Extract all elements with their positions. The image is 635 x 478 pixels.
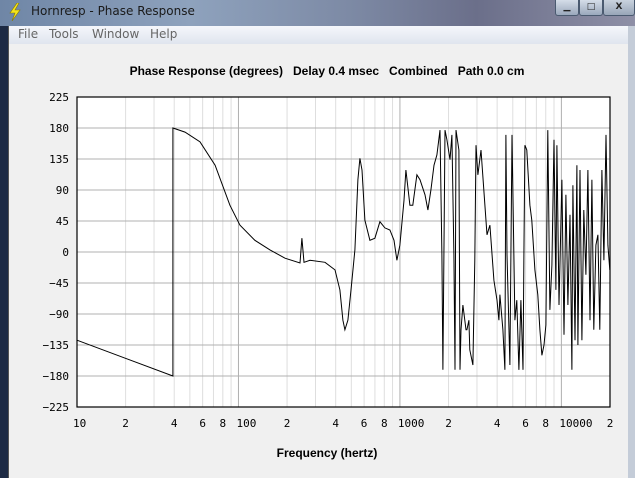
- x-tick-label: 6: [522, 417, 529, 430]
- x-tick-label: 2: [284, 417, 291, 430]
- x-tick-label: 2: [445, 417, 452, 430]
- x-tick-label: 4: [171, 417, 178, 430]
- x-tick-label: 2: [607, 417, 614, 430]
- y-tick-label: −90: [49, 308, 69, 321]
- y-tick-label: −45: [49, 277, 69, 290]
- y-tick-label: 45: [56, 215, 69, 228]
- y-tick-label: −225: [43, 401, 70, 414]
- y-tick-label: 180: [49, 122, 69, 135]
- y-tick-label: 90: [56, 184, 69, 197]
- x-tick-label: 4: [494, 417, 501, 430]
- x-tick-label: 8: [381, 417, 388, 430]
- x-tick-label: 10000: [559, 417, 592, 430]
- y-tick-label: −180: [43, 370, 70, 383]
- x-tick-label: 8: [220, 417, 227, 430]
- y-tick-label: −135: [43, 339, 70, 352]
- phase-chart: Phase Response (degrees) Delay 0.4 msec …: [43, 64, 614, 460]
- x-tick-label: 4: [332, 417, 339, 430]
- y-tick-label: 225: [49, 91, 69, 104]
- x-tick-label: 2: [122, 417, 129, 430]
- x-tick-label: 6: [361, 417, 368, 430]
- x-axis-label: Frequency (hertz): [277, 446, 378, 460]
- x-tick-label: 6: [199, 417, 206, 430]
- x-tick-label: 1000: [398, 417, 425, 430]
- chart-title: Phase Response (degrees) Delay 0.4 msec …: [130, 64, 525, 78]
- x-tick-label: 100: [236, 417, 256, 430]
- y-tick-label: 135: [49, 153, 69, 166]
- y-tick-label: 0: [62, 246, 69, 259]
- x-tick-label: 10: [73, 417, 86, 430]
- x-tick-label: 8: [542, 417, 549, 430]
